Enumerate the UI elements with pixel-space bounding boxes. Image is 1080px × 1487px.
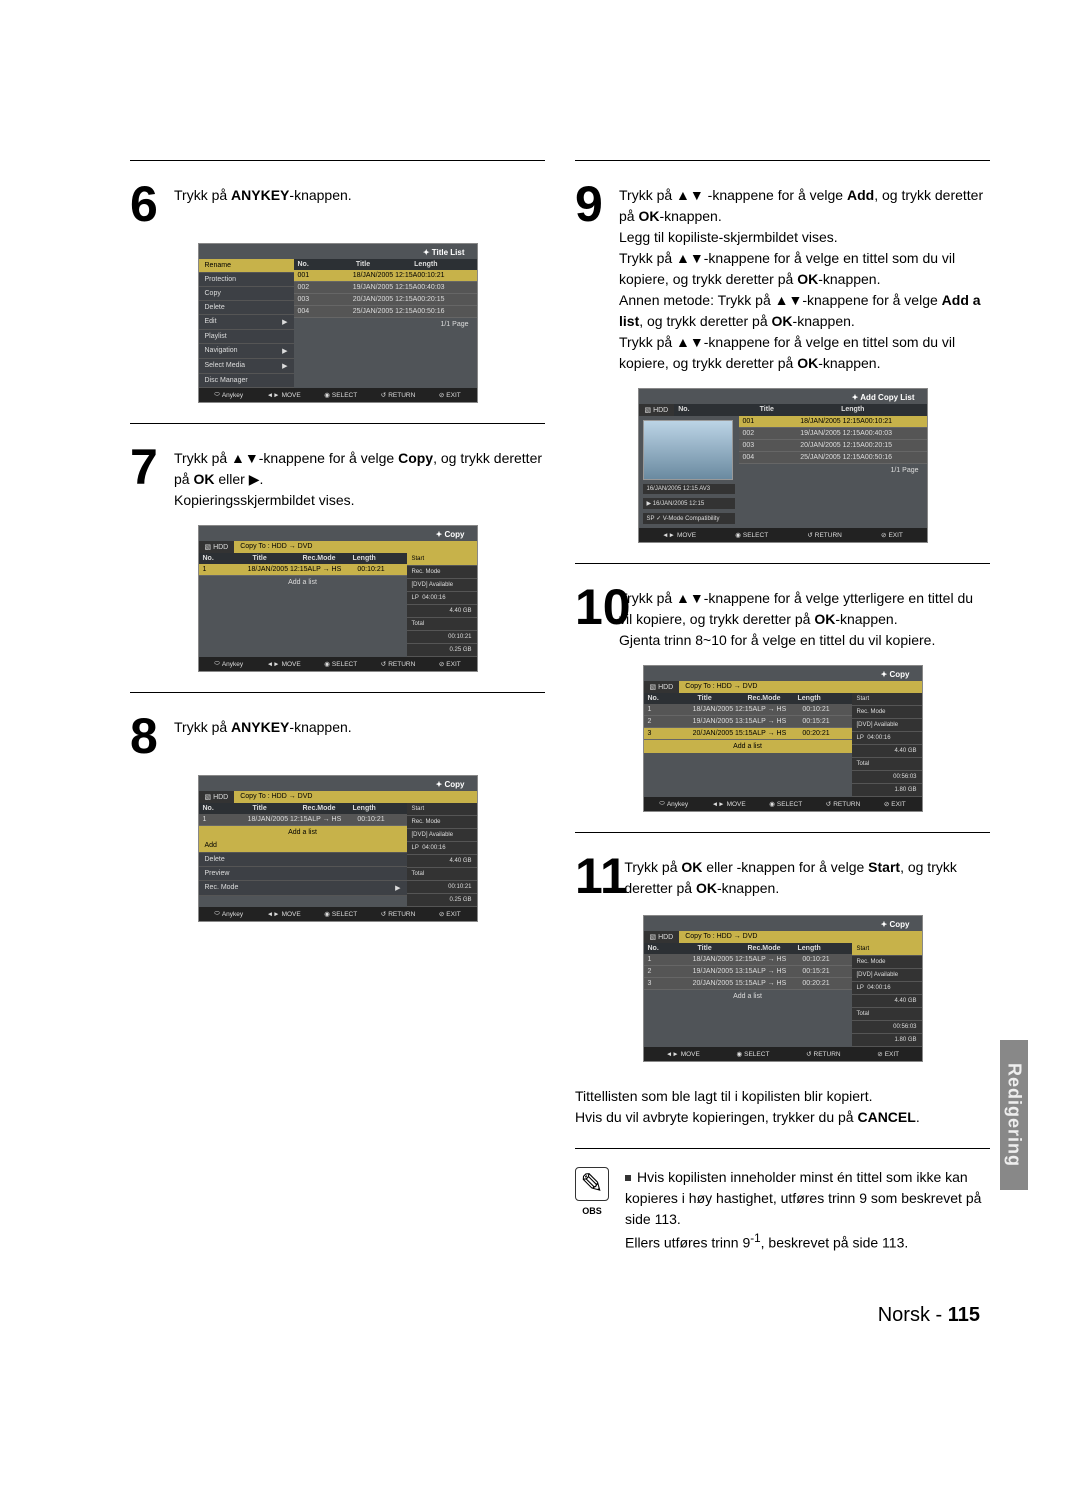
after-text: Tittellisten som ble lagt til i kopilist… <box>575 1080 990 1128</box>
anykey-icon: ⬭ Anykey <box>214 391 243 399</box>
note-label: OBS <box>575 1205 609 1219</box>
step-11: 11 Trykk på OK eller -knappen for å velg… <box>575 851 990 901</box>
menu-item: Disc Manager <box>199 374 294 388</box>
divider <box>575 563 990 564</box>
step-number: 11 <box>575 851 614 901</box>
menu-item: Protection <box>199 273 294 287</box>
divider <box>575 832 990 833</box>
osd-footer: ⬭ Anykey ◄► MOVE ◉ SELECT ↺ RETURN ⊘ EXI… <box>199 388 477 402</box>
step-number: 7 <box>130 442 164 492</box>
menu-item: Edit▶ <box>199 315 294 330</box>
osd-add-copy-list: ✦ Add Copy List ▧ HDD No.TitleLength 16/… <box>638 388 928 543</box>
step-text: Trykk på OK eller -knappen for å velge S… <box>624 851 990 899</box>
step-number: 9 <box>575 179 609 229</box>
menu-item: Delete <box>199 301 294 315</box>
step-text: Trykk på ▲▼-knappene for å velge Copy, o… <box>174 442 545 511</box>
step-6: 6 Trykk på ANYKEY-knappen. <box>130 179 545 229</box>
osd-copy-add: ✦ Copy ▧ HDDCopy To : HDD → DVD No.Title… <box>198 775 478 922</box>
side-panel: Start Rec. Mode [DVD] Available LP 04:00… <box>407 553 477 657</box>
menu-column: Rename Protection Copy Delete Edit▶ Play… <box>199 259 294 388</box>
osd-copy-1: ✦ Copy ▧ HDDCopy To : HDD → DVD No.Title… <box>198 525 478 672</box>
osd-copy-start: ✦ Copy ▧ HDDCopy To : HDD → DVD No.Title… <box>643 915 923 1062</box>
menu-item: Select Media▶ <box>199 359 294 374</box>
menu-item: Copy <box>199 287 294 301</box>
divider <box>130 160 545 161</box>
step-10: 10 Trykk på ▲▼-knappene for å velge ytte… <box>575 582 990 651</box>
step-9: 9 Trykk på ▲▼ -knappene for å velge Add,… <box>575 179 990 374</box>
divider <box>130 423 545 424</box>
divider <box>575 1148 990 1149</box>
pencil-icon: ✎ <box>575 1167 609 1201</box>
step-text: Trykk på ▲▼-knappene for å velge ytterli… <box>619 582 990 651</box>
menu-item: Navigation▶ <box>199 344 294 359</box>
menu-add: Add <box>199 839 407 853</box>
step-number: 8 <box>130 711 164 761</box>
menu-item-rename: Rename <box>199 259 294 273</box>
step-number: 6 <box>130 179 164 229</box>
page-footer: Norsk - 115 <box>130 1304 990 1327</box>
divider <box>575 160 990 161</box>
bullet-icon <box>625 1175 631 1181</box>
menu-item: Playlist <box>199 330 294 344</box>
step-7: 7 Trykk på ▲▼-knappene for å velge Copy,… <box>130 442 545 511</box>
osd-title-list: ✦ Title List Rename Protection Copy Dele… <box>198 243 478 403</box>
step-text: Trykk på ANYKEY-knappen. <box>174 711 352 738</box>
divider <box>130 692 545 693</box>
step-number: 10 <box>575 582 609 632</box>
preview-thumbnail <box>643 420 733 480</box>
step-text: Trykk på ▲▼ -knappene for å velge Add, o… <box>619 179 990 374</box>
note-box: ✎ OBS Hvis kopilisten inneholder minst é… <box>575 1167 990 1254</box>
osd-copy-3: ✦ Copy ▧ HDDCopy To : HDD → DVD No.Title… <box>643 665 923 812</box>
step-8: 8 Trykk på ANYKEY-knappen. <box>130 711 545 761</box>
step-text: Trykk på ANYKEY-knappen. <box>174 179 352 206</box>
section-tab: Redigering <box>1000 1040 1028 1190</box>
